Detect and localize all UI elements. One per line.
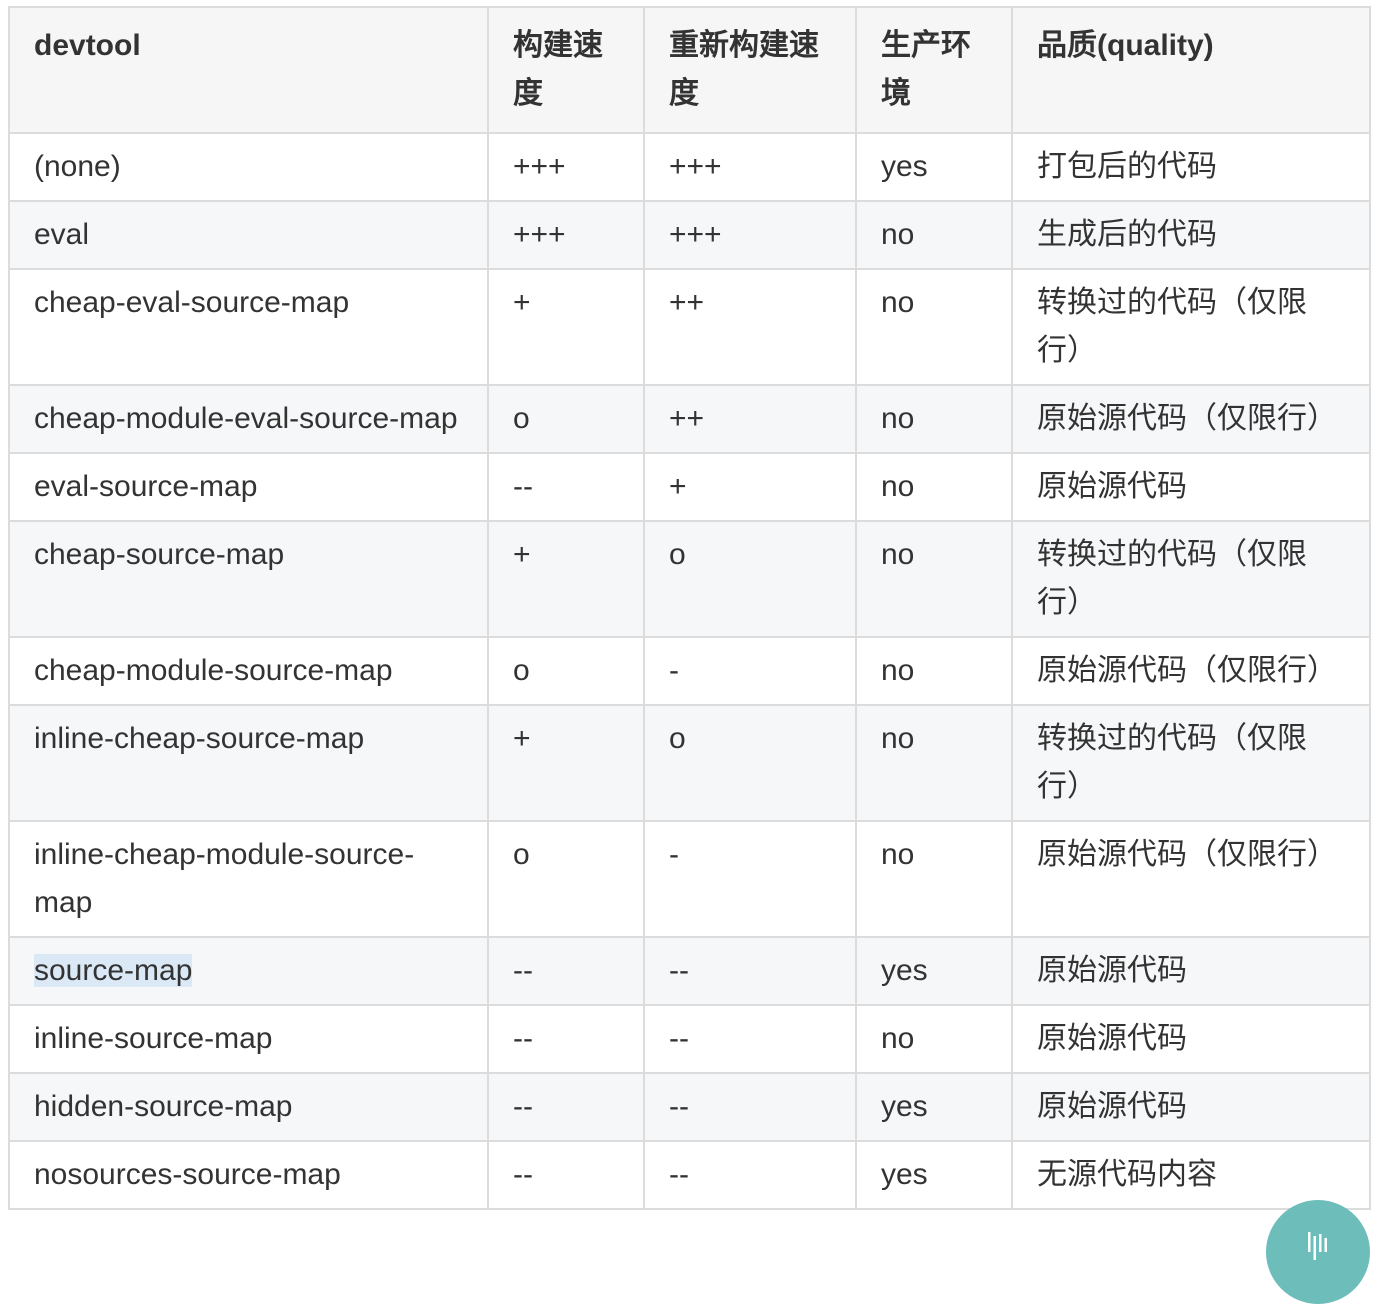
cell-rebuild-speed: + [643,452,857,522]
cell-production: no [855,520,1013,638]
cell-devtool: cheap-module-source-map [8,636,489,706]
cell-build-speed: -- [487,936,645,1006]
cell-rebuild-speed: ++ [643,268,857,386]
cell-quality: 打包后的代码 [1011,132,1371,202]
cell-quality: 原始源代码（仅限行） [1011,820,1371,938]
cell-quality: 转换过的代码（仅限行） [1011,268,1371,386]
cell-devtool: cheap-eval-source-map [8,268,489,386]
cell-quality: 转换过的代码（仅限行） [1011,704,1371,822]
cell-build-speed: -- [487,1072,645,1142]
cell-quality: 原始源代码（仅限行） [1011,636,1371,706]
cell-build-speed: o [487,384,645,454]
cell-build-speed: -- [487,1140,645,1210]
cell-rebuild-speed: -- [643,936,857,1006]
cell-production: yes [855,1140,1013,1210]
cell-rebuild-speed: +++ [643,132,857,202]
cell-production: no [855,820,1013,938]
cell-quality: 无源代码内容 [1011,1140,1371,1210]
table-row: hidden-source-map -- -- yes 原始源代码 [8,1072,1371,1142]
cell-rebuild-speed: ++ [643,384,857,454]
table-row: (none) +++ +++ yes 打包后的代码 [8,132,1371,202]
cell-production: no [855,200,1013,270]
cell-rebuild-speed: - [643,820,857,938]
floating-action-button[interactable] [1266,1200,1370,1304]
cell-production: no [855,636,1013,706]
waveform-icon [1308,1232,1327,1260]
cell-production: yes [855,132,1013,202]
header-production: 生产环境 [855,6,1013,134]
cell-build-speed: +++ [487,132,645,202]
table-row: cheap-source-map + o no 转换过的代码（仅限行） [8,520,1371,638]
cell-production: yes [855,1072,1013,1142]
cell-rebuild-speed: o [643,704,857,822]
cell-production: no [855,384,1013,454]
header-build-speed: 构建速度 [487,6,645,134]
table-row: nosources-source-map -- -- yes 无源代码内容 [8,1140,1371,1210]
cell-devtool: inline-cheap-source-map [8,704,489,822]
cell-devtool: inline-cheap-module-source-map [8,820,489,938]
cell-devtool: source-map [8,936,489,1006]
cell-production: yes [855,936,1013,1006]
table-row: cheap-module-source-map o - no 原始源代码（仅限行… [8,636,1371,706]
cell-quality: 原始源代码 [1011,452,1371,522]
header-rebuild-speed: 重新构建速度 [643,6,857,134]
cell-build-speed: o [487,636,645,706]
table-row: cheap-eval-source-map + ++ no 转换过的代码（仅限行… [8,268,1371,386]
cell-build-speed: -- [487,452,645,522]
cell-devtool: (none) [8,132,489,202]
cell-production: no [855,704,1013,822]
cell-rebuild-speed: +++ [643,200,857,270]
cell-quality: 原始源代码 [1011,936,1371,1006]
cell-rebuild-speed: -- [643,1140,857,1210]
cell-devtool: cheap-source-map [8,520,489,638]
cell-production: no [855,268,1013,386]
table-row: inline-source-map -- -- no 原始源代码 [8,1004,1371,1074]
cell-rebuild-speed: o [643,520,857,638]
cell-build-speed: +++ [487,200,645,270]
cell-build-speed: + [487,268,645,386]
header-devtool: devtool [8,6,489,134]
cell-rebuild-speed: - [643,636,857,706]
cell-devtool: inline-source-map [8,1004,489,1074]
table-row: eval +++ +++ no 生成后的代码 [8,200,1371,270]
cell-devtool: hidden-source-map [8,1072,489,1142]
selected-text[interactable]: source-map [34,954,193,987]
cell-quality: 原始源代码 [1011,1004,1371,1074]
cell-devtool: eval [8,200,489,270]
cell-rebuild-speed: -- [643,1004,857,1074]
cell-quality: 生成后的代码 [1011,200,1371,270]
table-row: cheap-module-eval-source-map o ++ no 原始源… [8,384,1371,454]
cell-build-speed: + [487,520,645,638]
table-row: eval-source-map -- + no 原始源代码 [8,452,1371,522]
cell-quality: 转换过的代码（仅限行） [1011,520,1371,638]
cell-devtool: cheap-module-eval-source-map [8,384,489,454]
cell-build-speed: o [487,820,645,938]
header-quality: 品质(quality) [1011,6,1371,134]
cell-devtool: eval-source-map [8,452,489,522]
table-header-row: devtool 构建速度 重新构建速度 生产环境 品质(quality) [8,6,1371,134]
cell-quality: 原始源代码（仅限行） [1011,384,1371,454]
cell-production: no [855,452,1013,522]
cell-rebuild-speed: -- [643,1072,857,1142]
cell-quality: 原始源代码 [1011,1072,1371,1142]
cell-devtool: nosources-source-map [8,1140,489,1210]
devtool-comparison-table: devtool 构建速度 重新构建速度 生产环境 品质(quality) (no… [8,6,1371,1210]
cell-build-speed: + [487,704,645,822]
cell-build-speed: -- [487,1004,645,1074]
table-row: source-map -- -- yes 原始源代码 [8,936,1371,1006]
table-row: inline-cheap-source-map + o no 转换过的代码（仅限… [8,704,1371,822]
table-row: inline-cheap-module-source-map o - no 原始… [8,820,1371,938]
cell-production: no [855,1004,1013,1074]
